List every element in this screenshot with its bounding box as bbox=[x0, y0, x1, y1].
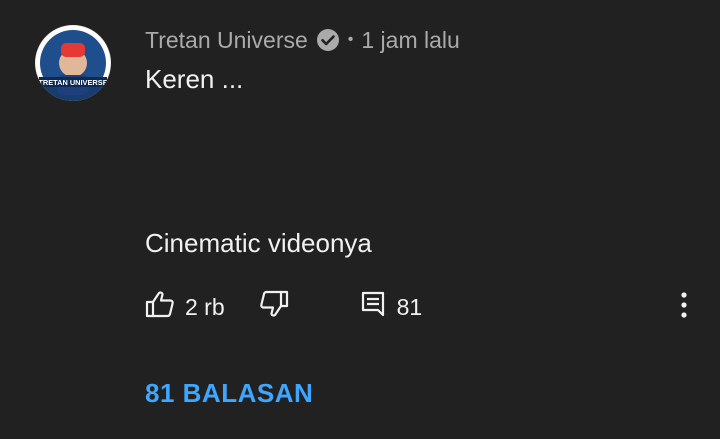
dislike-button[interactable] bbox=[259, 290, 289, 324]
comment-actions: 2 rb 81 bbox=[145, 290, 422, 324]
reply-button[interactable]: 81 bbox=[361, 291, 423, 323]
more-options-button[interactable] bbox=[676, 291, 692, 323]
thumbs-down-icon bbox=[259, 290, 289, 324]
author-name[interactable]: Tretan Universe bbox=[145, 27, 308, 54]
like-button[interactable]: 2 rb bbox=[145, 290, 225, 324]
comment-header: Tretan Universe • 1 jam lalu bbox=[145, 26, 460, 54]
comment-time[interactable]: 1 jam lalu bbox=[361, 27, 459, 54]
comment-text-line-2: Cinematic videonya bbox=[145, 228, 372, 258]
like-count: 2 rb bbox=[185, 293, 225, 320]
avatar-image: TRETAN UNIVERSE bbox=[36, 26, 110, 101]
comment-text-line-1: Keren ... bbox=[145, 64, 244, 94]
reply-count: 81 bbox=[396, 293, 423, 320]
thumbs-up-icon bbox=[145, 290, 175, 324]
separator-dot: • bbox=[347, 31, 354, 48]
view-replies-link[interactable]: 81 BALASAN bbox=[145, 378, 313, 409]
comment-icon bbox=[361, 291, 385, 323]
avatar-text: TRETAN UNIVERSE bbox=[38, 78, 107, 87]
verified-check-icon bbox=[316, 28, 340, 52]
avatar[interactable]: TRETAN UNIVERSE bbox=[35, 25, 111, 101]
more-vert-icon bbox=[680, 291, 688, 323]
